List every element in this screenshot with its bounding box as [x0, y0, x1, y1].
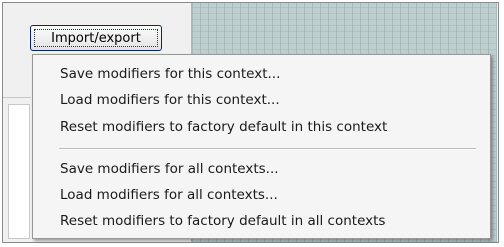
menu-item-reset-all-contexts[interactable]: Reset modifiers to factory default in al… — [33, 210, 490, 232]
menu-item-save-all-contexts[interactable]: Save modifiers for all contexts... — [33, 158, 490, 180]
import-export-menu: Save modifiers for this context... Load … — [32, 54, 491, 239]
menu-item-load-all-contexts[interactable]: Load modifiers for all contexts... — [33, 184, 490, 206]
import-export-label: Import/export — [51, 30, 141, 46]
import-export-button[interactable]: Import/export — [30, 25, 162, 51]
menu-item-reset-this-context[interactable]: Reset modifiers to factory default in th… — [33, 116, 490, 138]
left-panel-divider — [3, 97, 31, 98]
menu-item-load-this-context[interactable]: Load modifiers for this context... — [33, 89, 490, 111]
left-panel-list[interactable] — [8, 104, 30, 239]
menu-item-save-this-context[interactable]: Save modifiers for this context... — [33, 63, 490, 85]
menu-separator — [59, 148, 476, 150]
